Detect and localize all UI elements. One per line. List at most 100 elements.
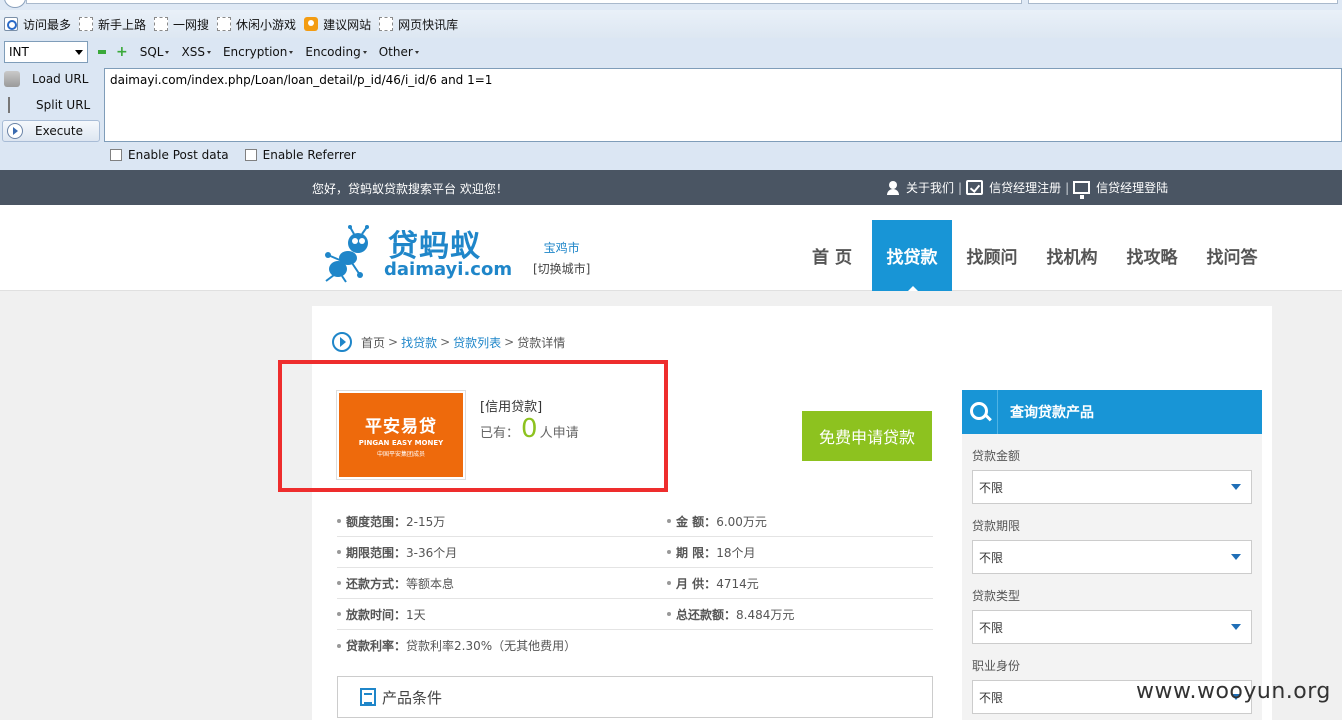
bullet-icon	[337, 519, 341, 523]
spec-amount-range: 额度范围： 2-15万	[337, 513, 667, 530]
bullet-icon	[667, 612, 671, 616]
site-logo[interactable]: 贷蚂蚁 daimayi.com	[322, 219, 512, 283]
menu-other[interactable]: Other	[379, 45, 419, 59]
ant-mascot-icon	[325, 225, 369, 283]
applicant-count-number: 0	[521, 414, 538, 444]
dropdown-icon	[165, 50, 170, 54]
filter-label-amount: 贷款金额	[972, 449, 1021, 463]
enable-referrer-checkbox[interactable]: Enable Referrer	[244, 148, 356, 162]
bookmark-games[interactable]: 休闲小游戏	[217, 16, 296, 33]
breadcrumb-loan-list[interactable]: 贷款列表	[453, 334, 501, 351]
watermark: www.wooyun.org	[1136, 679, 1331, 704]
city-name: 宝鸡市	[543, 241, 580, 255]
breadcrumb: 首页 > 找贷款 > 贷款列表 > 贷款详情	[332, 332, 565, 352]
address-field[interactable]	[26, 0, 1022, 4]
nav-find-advisor[interactable]: 找顾问	[952, 220, 1032, 291]
document-icon	[360, 688, 376, 706]
bookmark-suggested[interactable]: 建议网站	[304, 16, 371, 33]
increase-icon[interactable]: +	[116, 45, 128, 59]
breadcrumb-current: 贷款详情	[517, 335, 566, 350]
address-bar-area	[0, 0, 1342, 10]
site-header: 贷蚂蚁 daimayi.com 宝鸡市 [切换城市] 首 页 找贷款 找顾问 找…	[0, 205, 1342, 291]
load-url-button[interactable]: Load URL	[0, 66, 104, 92]
apply-loan-button[interactable]: 免费申请贷款	[802, 411, 932, 461]
bookmarks-bar: 访问最多 新手上路 一网搜 休闲小游戏 建议网站 网页快讯库	[0, 10, 1342, 38]
nav-home[interactable]: 首 页	[792, 220, 872, 291]
spec-disbursement-time: 放款时间： 1天	[337, 606, 667, 623]
execute-button[interactable]: Execute	[2, 120, 100, 142]
spec-row: 贷款利率： 贷款利率2.30%（无其他费用）	[337, 630, 933, 661]
menu-sql[interactable]: SQL	[140, 45, 170, 59]
chevron-down-icon	[1231, 624, 1241, 630]
nav-find-loan[interactable]: 找贷款	[872, 220, 952, 291]
switch-city-link[interactable]: [切换城市]	[533, 262, 590, 276]
play-icon	[7, 123, 23, 139]
back-button[interactable]	[4, 0, 26, 8]
spec-row: 额度范围： 2-15万 金 额： 6.00万元	[337, 506, 933, 537]
split-url-icon	[8, 97, 24, 113]
hackbar-panel: Load URL Split URL Execute daimayi.com/i…	[0, 66, 1342, 170]
bookmark-getting-started[interactable]: 新手上路	[79, 16, 146, 33]
url-textarea[interactable]: daimayi.com/index.php/Loan/loan_detail/p…	[104, 68, 1342, 142]
filter-label-term: 贷款期限	[972, 519, 1021, 533]
menu-xss[interactable]: XSS	[181, 45, 211, 59]
spec-monthly-payment: 月 供： 4714元	[667, 575, 759, 592]
type-select[interactable]: INT	[4, 41, 88, 63]
filter-label-occupation: 职业身份	[972, 659, 1021, 673]
product-conditions-tab[interactable]: 产品条件	[337, 676, 933, 718]
sidebar-header: 查询贷款产品	[962, 390, 1262, 434]
dropdown-icon	[206, 50, 211, 54]
dropdown-icon	[414, 50, 419, 54]
spec-total-repayment: 总还款额： 8.484万元	[667, 606, 794, 623]
enable-post-checkbox[interactable]: Enable Post data	[110, 148, 229, 162]
menu-encryption[interactable]: Encryption	[223, 45, 294, 59]
nav-find-qa[interactable]: 找问答	[1192, 220, 1272, 291]
manager-register-link[interactable]: 信贷经理注册	[966, 179, 1061, 196]
spec-term: 期 限： 18个月	[667, 544, 755, 561]
chevron-down-icon	[75, 49, 83, 55]
logo-english: daimayi.com	[384, 259, 513, 280]
search-icon	[962, 390, 998, 434]
city-selector: 宝鸡市 [切换城市]	[533, 239, 590, 277]
bullet-icon	[667, 550, 671, 554]
filter-label-type: 贷款类型	[972, 589, 1021, 603]
filter-select-type[interactable]: 不限	[972, 610, 1252, 644]
checkbox[interactable]	[244, 149, 257, 161]
checkbox[interactable]	[110, 149, 122, 161]
search-field[interactable]	[1028, 0, 1338, 4]
spec-row: 放款时间： 1天 总还款额： 8.484万元	[337, 599, 933, 630]
filter-select-amount[interactable]: 不限	[972, 470, 1252, 504]
bullet-icon	[337, 612, 341, 616]
bookmark-most-visited[interactable]: 访问最多	[4, 16, 71, 33]
hackbar-options: Enable Post data Enable Referrer	[110, 148, 372, 162]
bookmark-search[interactable]: 一网搜	[154, 16, 209, 33]
bullet-icon	[337, 550, 341, 554]
spec-amount: 金 额： 6.00万元	[667, 513, 767, 530]
hackbar-actions: Load URL Split URL Execute	[0, 66, 104, 142]
filter-select-term[interactable]: 不限	[972, 540, 1252, 574]
main-nav: 首 页 找贷款 找顾问 找机构 找攻略 找问答	[792, 220, 1272, 291]
loan-search-sidebar: 查询贷款产品 贷款金额 不限 贷款期限 不限 贷款类型 不限 职业身份 不限	[962, 390, 1262, 720]
product-type: [信用贷款]	[480, 400, 543, 415]
breadcrumb-home[interactable]: 首页	[361, 334, 385, 351]
bullet-icon	[337, 643, 341, 648]
sidebar-title: 查询贷款产品	[1010, 405, 1094, 421]
bookmark-web-slices[interactable]: 网页快讯库	[379, 16, 458, 33]
chevron-down-icon	[1231, 484, 1241, 490]
decrease-icon[interactable]	[98, 50, 106, 54]
nav-find-institution[interactable]: 找机构	[1032, 220, 1112, 291]
bullet-icon	[337, 581, 341, 585]
breadcrumb-find-loan[interactable]: 找贷款	[401, 334, 437, 351]
split-url-button[interactable]: Split URL	[0, 92, 104, 118]
welcome-text: 您好，贷蚂蚁贷款搜索平台 欢迎您！	[312, 182, 508, 196]
nav-find-guide[interactable]: 找攻略	[1112, 220, 1192, 291]
blank-page-icon	[217, 17, 232, 31]
site-topbar: 您好，贷蚂蚁贷款搜索平台 欢迎您！ 关于我们 | 信贷经理注册 | 信贷经理登陆	[0, 170, 1342, 205]
dropdown-icon	[362, 50, 367, 54]
chevron-down-icon	[1231, 554, 1241, 560]
menu-encoding[interactable]: Encoding	[305, 45, 367, 59]
manager-login-link[interactable]: 信贷经理登陆	[1073, 179, 1168, 199]
loan-specs: 额度范围： 2-15万 金 额： 6.00万元 期限范围： 3-36个月 期 限： 18…	[337, 506, 933, 661]
blank-page-icon	[79, 17, 94, 31]
about-us-link[interactable]: 关于我们	[886, 179, 954, 196]
